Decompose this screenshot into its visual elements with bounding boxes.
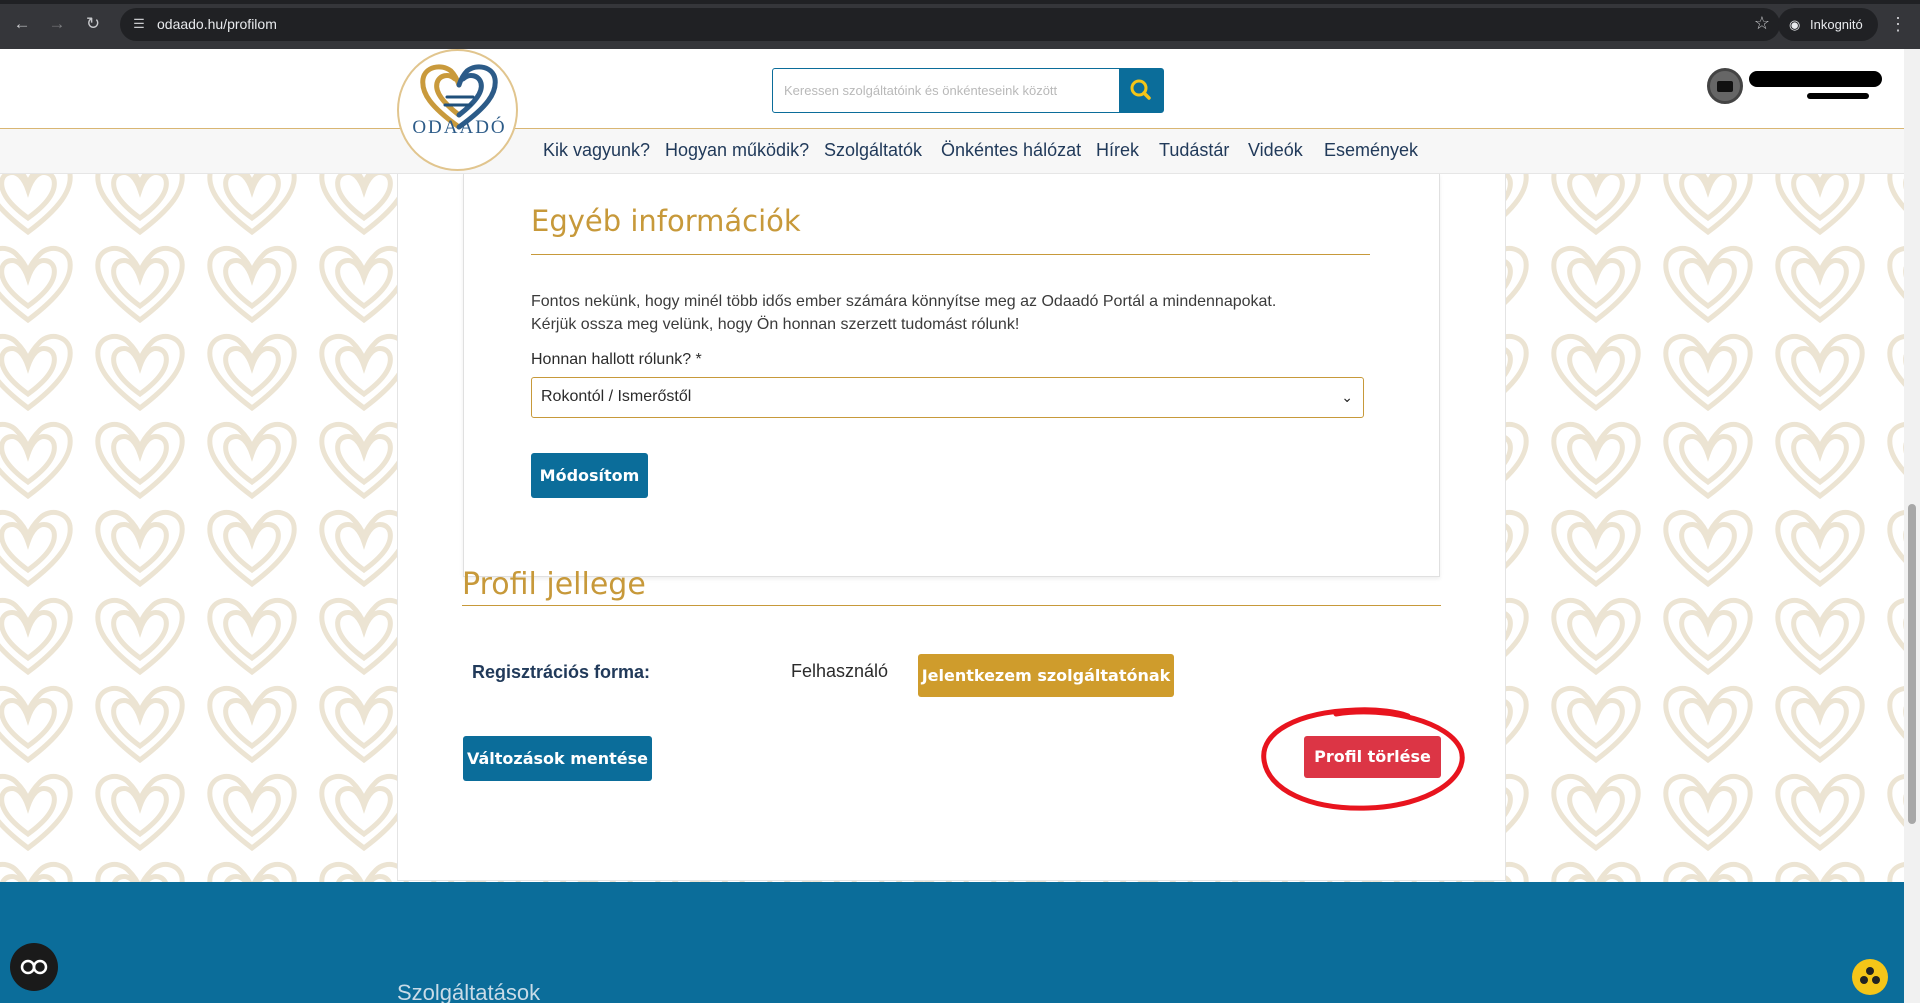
main-navigation: Kik vagyunk? Hogyan működik? Szolgáltató…	[0, 129, 1904, 174]
incognito-indicator[interactable]: ◉ Inkognitó	[1778, 8, 1878, 41]
search-input[interactable]	[773, 69, 1119, 112]
nav-item-how-it-works[interactable]: Hogyan működik?	[665, 140, 809, 161]
source-select-value: Rokontól / Ismerőstől	[541, 388, 692, 405]
nav-item-volunteer-network[interactable]: Önkéntes hálózat	[941, 140, 1081, 161]
incognito-label: Inkognitó	[1810, 17, 1863, 32]
search-icon	[1130, 79, 1151, 100]
incognito-icon: ◉	[1789, 17, 1801, 32]
odaado-logo[interactable]: ODAADÓ	[397, 49, 518, 171]
registration-form-value: Felhasználó	[791, 661, 889, 681]
section-title-profile-type: Profil jellege	[462, 567, 646, 602]
accessibility-button[interactable]	[10, 943, 58, 991]
forward-icon[interactable]: →	[44, 11, 70, 37]
nav-item-who-we-are[interactable]: Kik vagyunk?	[543, 140, 650, 161]
redacted-subtitle	[1807, 93, 1869, 99]
page-scrollbar[interactable]	[1904, 49, 1920, 1003]
apply-as-provider-button[interactable]: Jelentkezem szolgáltatónak	[918, 654, 1174, 697]
info-text-line-2: Kérjük ossza meg velünk, hogy Ön honnan …	[531, 316, 1020, 333]
source-field-label: Honnan hallott rólunk? *	[531, 351, 702, 368]
avatar-redaction	[1717, 81, 1733, 92]
modify-button[interactable]: Módosítom	[531, 453, 648, 498]
section-divider	[462, 605, 1441, 606]
reload-icon[interactable]: ↻	[80, 11, 106, 37]
logo-text: ODAADÓ	[412, 117, 507, 138]
info-text: Fontos nekünk, hogy minél több idős embe…	[531, 290, 1391, 336]
browser-menu-icon[interactable]: ⋮	[1888, 11, 1908, 37]
scrollbar-thumb[interactable]	[1908, 504, 1916, 824]
search-button[interactable]	[1119, 69, 1163, 112]
source-select[interactable]: Rokontól / Ismerőstől ⌄	[531, 377, 1364, 418]
help-widget-button[interactable]	[1852, 959, 1888, 995]
glasses-icon	[20, 959, 48, 975]
back-icon[interactable]: ←	[9, 11, 35, 37]
search-bar	[772, 68, 1164, 113]
info-text-line-1: Fontos nekünk, hogy minél több idős embe…	[531, 293, 1277, 310]
page-viewport: Egyéb információk Fontos nekünk, hogy mi…	[0, 49, 1904, 1003]
footer-heading-services: Szolgáltatások	[397, 980, 541, 1003]
nav-item-events[interactable]: Események	[1324, 140, 1418, 161]
dots-icon	[1860, 967, 1880, 984]
nav-item-news[interactable]: Hírek	[1096, 140, 1139, 161]
address-bar[interactable]: ☰ odaado.hu/profilom ☆	[120, 8, 1780, 41]
save-changes-button[interactable]: Változások mentése	[463, 736, 652, 781]
nav-item-knowledge-base[interactable]: Tudástár	[1159, 140, 1229, 161]
registration-form-label: Regisztrációs forma:	[472, 662, 651, 682]
chevron-down-icon: ⌄	[1341, 389, 1353, 405]
tab-strip	[0, 0, 1920, 4]
url-text[interactable]: odaado.hu/profilom	[157, 16, 277, 32]
nav-item-providers[interactable]: Szolgáltatók	[824, 140, 922, 161]
browser-toolbar: ← → ↻ ☰ odaado.hu/profilom ☆ ◉ Inkognitó…	[0, 0, 1920, 49]
section-title-other-info: Egyéb információk	[531, 204, 801, 238]
bookmark-star-icon[interactable]: ☆	[1754, 13, 1770, 34]
avatar[interactable]	[1707, 68, 1743, 104]
red-highlight-circle	[1261, 707, 1465, 811]
redacted-username	[1749, 71, 1882, 87]
site-footer: Szolgáltatások	[0, 882, 1904, 1003]
section-divider	[531, 254, 1370, 255]
site-info-icon[interactable]: ☰	[130, 15, 148, 33]
nav-item-videos[interactable]: Videók	[1248, 140, 1303, 161]
